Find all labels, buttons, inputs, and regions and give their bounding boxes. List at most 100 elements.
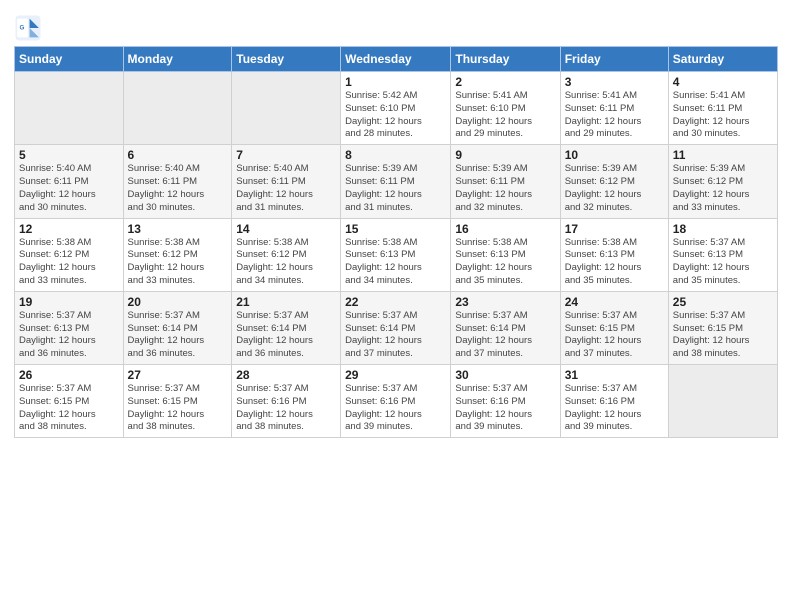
- day-info: Sunrise: 5:37 AM Sunset: 6:14 PM Dayligh…: [128, 310, 228, 361]
- day-number: 27: [128, 368, 228, 382]
- day-info: Sunrise: 5:37 AM Sunset: 6:13 PM Dayligh…: [673, 237, 773, 288]
- day-info: Sunrise: 5:38 AM Sunset: 6:13 PM Dayligh…: [345, 237, 446, 288]
- calendar-cell: 1Sunrise: 5:42 AM Sunset: 6:10 PM Daylig…: [341, 72, 451, 145]
- calendar-cell: 4Sunrise: 5:41 AM Sunset: 6:11 PM Daylig…: [668, 72, 777, 145]
- col-header-friday: Friday: [560, 47, 668, 72]
- calendar-cell: 8Sunrise: 5:39 AM Sunset: 6:11 PM Daylig…: [341, 145, 451, 218]
- col-header-monday: Monday: [123, 47, 232, 72]
- day-info: Sunrise: 5:41 AM Sunset: 6:11 PM Dayligh…: [673, 90, 773, 141]
- calendar-cell: 27Sunrise: 5:37 AM Sunset: 6:15 PM Dayli…: [123, 365, 232, 438]
- day-info: Sunrise: 5:37 AM Sunset: 6:16 PM Dayligh…: [236, 383, 336, 434]
- calendar-cell: 15Sunrise: 5:38 AM Sunset: 6:13 PM Dayli…: [341, 218, 451, 291]
- col-header-wednesday: Wednesday: [341, 47, 451, 72]
- col-header-sunday: Sunday: [15, 47, 124, 72]
- day-info: Sunrise: 5:37 AM Sunset: 6:14 PM Dayligh…: [455, 310, 555, 361]
- svg-text:G: G: [19, 25, 24, 32]
- day-number: 16: [455, 222, 555, 236]
- calendar-cell: 6Sunrise: 5:40 AM Sunset: 6:11 PM Daylig…: [123, 145, 232, 218]
- day-info: Sunrise: 5:40 AM Sunset: 6:11 PM Dayligh…: [236, 163, 336, 214]
- day-info: Sunrise: 5:37 AM Sunset: 6:15 PM Dayligh…: [19, 383, 119, 434]
- calendar-cell: [123, 72, 232, 145]
- day-info: Sunrise: 5:37 AM Sunset: 6:14 PM Dayligh…: [236, 310, 336, 361]
- day-number: 18: [673, 222, 773, 236]
- calendar-cell: 12Sunrise: 5:38 AM Sunset: 6:12 PM Dayli…: [15, 218, 124, 291]
- day-number: 3: [565, 75, 664, 89]
- day-number: 15: [345, 222, 446, 236]
- calendar-cell: [15, 72, 124, 145]
- calendar-cell: 30Sunrise: 5:37 AM Sunset: 6:16 PM Dayli…: [451, 365, 560, 438]
- day-info: Sunrise: 5:42 AM Sunset: 6:10 PM Dayligh…: [345, 90, 446, 141]
- logo-icon: G: [14, 14, 42, 42]
- day-number: 2: [455, 75, 555, 89]
- col-header-tuesday: Tuesday: [232, 47, 341, 72]
- day-number: 7: [236, 148, 336, 162]
- day-number: 8: [345, 148, 446, 162]
- calendar-cell: 21Sunrise: 5:37 AM Sunset: 6:14 PM Dayli…: [232, 291, 341, 364]
- day-number: 29: [345, 368, 446, 382]
- day-number: 19: [19, 295, 119, 309]
- calendar-cell: 22Sunrise: 5:37 AM Sunset: 6:14 PM Dayli…: [341, 291, 451, 364]
- day-info: Sunrise: 5:40 AM Sunset: 6:11 PM Dayligh…: [19, 163, 119, 214]
- calendar-week-3: 19Sunrise: 5:37 AM Sunset: 6:13 PM Dayli…: [15, 291, 778, 364]
- day-info: Sunrise: 5:41 AM Sunset: 6:10 PM Dayligh…: [455, 90, 555, 141]
- page: G SundayMondayTuesdayWednesdayThursdayFr…: [0, 0, 792, 612]
- calendar-cell: 29Sunrise: 5:37 AM Sunset: 6:16 PM Dayli…: [341, 365, 451, 438]
- day-number: 13: [128, 222, 228, 236]
- day-info: Sunrise: 5:38 AM Sunset: 6:13 PM Dayligh…: [455, 237, 555, 288]
- calendar-cell: 9Sunrise: 5:39 AM Sunset: 6:11 PM Daylig…: [451, 145, 560, 218]
- calendar-cell: 16Sunrise: 5:38 AM Sunset: 6:13 PM Dayli…: [451, 218, 560, 291]
- day-info: Sunrise: 5:37 AM Sunset: 6:15 PM Dayligh…: [128, 383, 228, 434]
- day-info: Sunrise: 5:38 AM Sunset: 6:12 PM Dayligh…: [19, 237, 119, 288]
- calendar-week-0: 1Sunrise: 5:42 AM Sunset: 6:10 PM Daylig…: [15, 72, 778, 145]
- calendar-cell: 3Sunrise: 5:41 AM Sunset: 6:11 PM Daylig…: [560, 72, 668, 145]
- day-info: Sunrise: 5:38 AM Sunset: 6:13 PM Dayligh…: [565, 237, 664, 288]
- calendar-cell: 19Sunrise: 5:37 AM Sunset: 6:13 PM Dayli…: [15, 291, 124, 364]
- col-header-saturday: Saturday: [668, 47, 777, 72]
- day-number: 20: [128, 295, 228, 309]
- day-info: Sunrise: 5:38 AM Sunset: 6:12 PM Dayligh…: [128, 237, 228, 288]
- day-number: 12: [19, 222, 119, 236]
- calendar-cell: 2Sunrise: 5:41 AM Sunset: 6:10 PM Daylig…: [451, 72, 560, 145]
- day-number: 26: [19, 368, 119, 382]
- day-info: Sunrise: 5:39 AM Sunset: 6:12 PM Dayligh…: [565, 163, 664, 214]
- calendar-cell: 28Sunrise: 5:37 AM Sunset: 6:16 PM Dayli…: [232, 365, 341, 438]
- calendar-cell: 10Sunrise: 5:39 AM Sunset: 6:12 PM Dayli…: [560, 145, 668, 218]
- day-info: Sunrise: 5:40 AM Sunset: 6:11 PM Dayligh…: [128, 163, 228, 214]
- day-info: Sunrise: 5:39 AM Sunset: 6:11 PM Dayligh…: [455, 163, 555, 214]
- calendar-cell: [232, 72, 341, 145]
- day-info: Sunrise: 5:37 AM Sunset: 6:16 PM Dayligh…: [345, 383, 446, 434]
- day-number: 14: [236, 222, 336, 236]
- day-number: 5: [19, 148, 119, 162]
- day-number: 30: [455, 368, 555, 382]
- day-info: Sunrise: 5:41 AM Sunset: 6:11 PM Dayligh…: [565, 90, 664, 141]
- day-number: 25: [673, 295, 773, 309]
- calendar-cell: 24Sunrise: 5:37 AM Sunset: 6:15 PM Dayli…: [560, 291, 668, 364]
- day-info: Sunrise: 5:37 AM Sunset: 6:14 PM Dayligh…: [345, 310, 446, 361]
- day-number: 11: [673, 148, 773, 162]
- calendar-cell: 7Sunrise: 5:40 AM Sunset: 6:11 PM Daylig…: [232, 145, 341, 218]
- day-number: 1: [345, 75, 446, 89]
- day-number: 23: [455, 295, 555, 309]
- logo: G: [14, 14, 46, 42]
- calendar-cell: 23Sunrise: 5:37 AM Sunset: 6:14 PM Dayli…: [451, 291, 560, 364]
- day-info: Sunrise: 5:38 AM Sunset: 6:12 PM Dayligh…: [236, 237, 336, 288]
- calendar-cell: 17Sunrise: 5:38 AM Sunset: 6:13 PM Dayli…: [560, 218, 668, 291]
- calendar-cell: 31Sunrise: 5:37 AM Sunset: 6:16 PM Dayli…: [560, 365, 668, 438]
- day-number: 9: [455, 148, 555, 162]
- day-number: 21: [236, 295, 336, 309]
- calendar-header-row: SundayMondayTuesdayWednesdayThursdayFrid…: [15, 47, 778, 72]
- calendar-cell: 14Sunrise: 5:38 AM Sunset: 6:12 PM Dayli…: [232, 218, 341, 291]
- col-header-thursday: Thursday: [451, 47, 560, 72]
- day-number: 17: [565, 222, 664, 236]
- day-number: 4: [673, 75, 773, 89]
- day-info: Sunrise: 5:37 AM Sunset: 6:16 PM Dayligh…: [455, 383, 555, 434]
- calendar-week-2: 12Sunrise: 5:38 AM Sunset: 6:12 PM Dayli…: [15, 218, 778, 291]
- day-info: Sunrise: 5:39 AM Sunset: 6:11 PM Dayligh…: [345, 163, 446, 214]
- header: G: [14, 10, 778, 42]
- calendar-cell: 13Sunrise: 5:38 AM Sunset: 6:12 PM Dayli…: [123, 218, 232, 291]
- calendar-cell: 26Sunrise: 5:37 AM Sunset: 6:15 PM Dayli…: [15, 365, 124, 438]
- day-info: Sunrise: 5:37 AM Sunset: 6:15 PM Dayligh…: [565, 310, 664, 361]
- day-number: 22: [345, 295, 446, 309]
- calendar-table: SundayMondayTuesdayWednesdayThursdayFrid…: [14, 46, 778, 438]
- calendar-cell: 25Sunrise: 5:37 AM Sunset: 6:15 PM Dayli…: [668, 291, 777, 364]
